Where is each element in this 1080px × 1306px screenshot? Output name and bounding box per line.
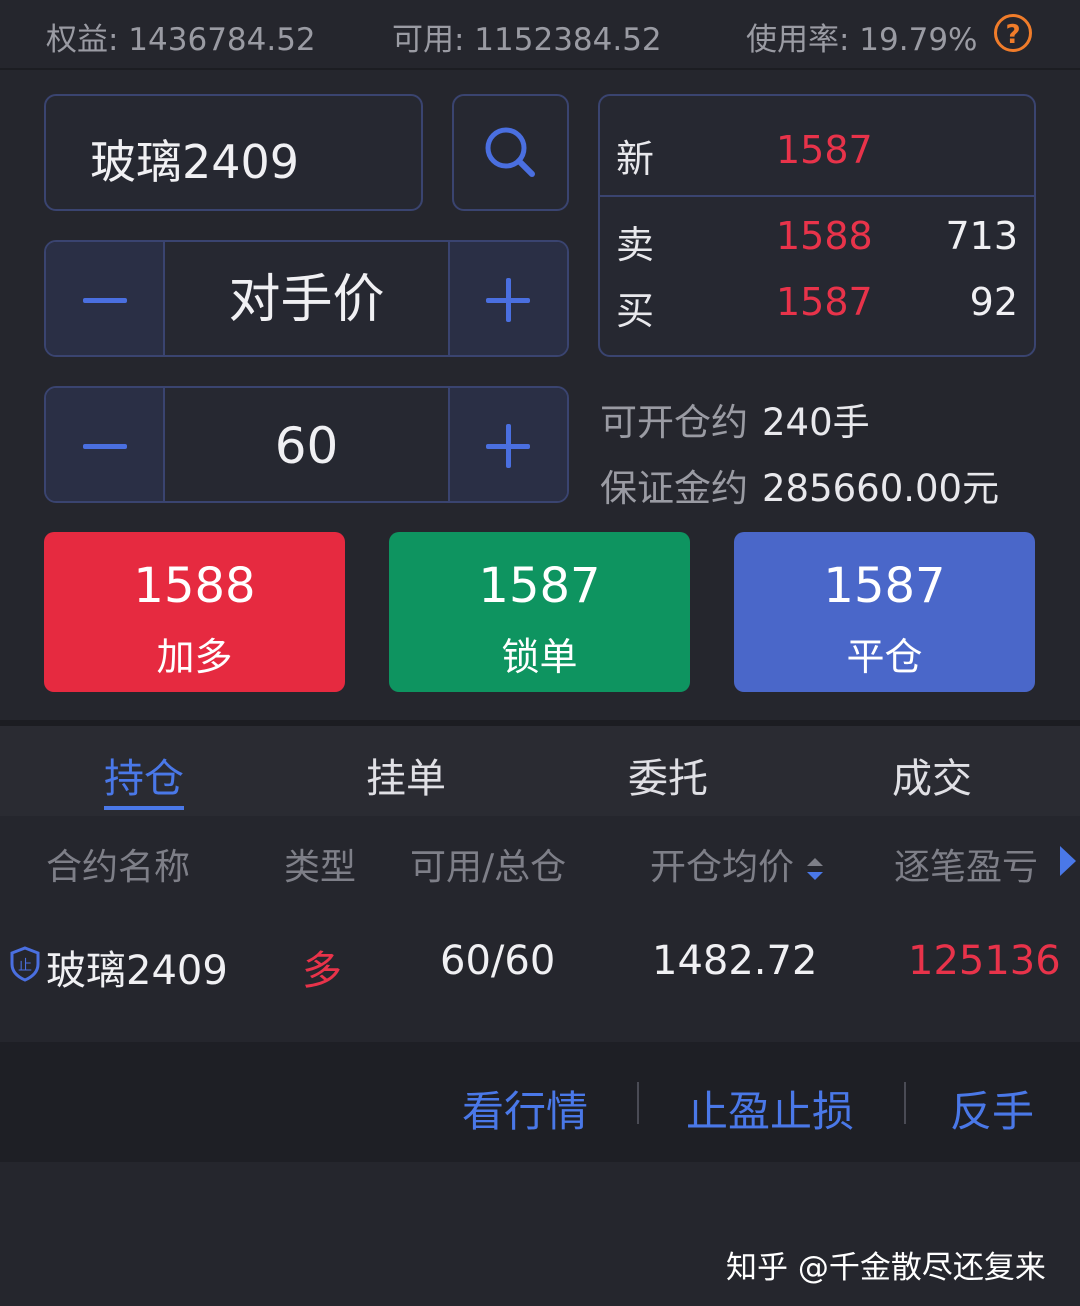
bid-label: 买 xyxy=(616,289,655,333)
last-price: 1587 xyxy=(776,128,873,172)
tab-bar: 持仓 挂单 委托 成交 xyxy=(0,726,1080,816)
openable-info: 可开仓约 240手 xyxy=(600,392,870,446)
ask-volume: 713 xyxy=(945,214,1018,258)
equity-text: 权益: 1436784.52 xyxy=(46,22,316,58)
header-pnl: 逐笔盈亏 xyxy=(894,847,1039,888)
quantity-decrease-button[interactable] xyxy=(46,388,165,501)
long-label: 加多 xyxy=(156,635,233,679)
add-long-button[interactable]: 1588 加多 xyxy=(44,532,345,692)
price-increase-button[interactable] xyxy=(448,242,567,355)
sort-icon xyxy=(807,858,824,880)
lock-price: 1587 xyxy=(478,558,601,614)
row-contract-name: 玻璃2409 xyxy=(46,948,228,994)
price-mode-text[interactable]: 对手价 xyxy=(163,242,450,355)
svg-text:止: 止 xyxy=(18,958,32,974)
watermark: 知乎 @千金散尽还复来 xyxy=(726,1250,1046,1286)
quote-panel: 新 1587 卖 1588 713 买 1587 92 xyxy=(598,94,1036,357)
quantity-value[interactable]: 60 xyxy=(163,388,450,501)
scroll-right-icon[interactable] xyxy=(1058,844,1078,878)
header-avg-price-label: 开仓均价 xyxy=(650,847,795,888)
account-bar: 权益: 1436784.52 可用: 1152384.52 使用率: 19.79… xyxy=(0,0,1080,70)
openable-value: 240手 xyxy=(762,401,870,444)
bid-price: 1587 xyxy=(776,280,873,324)
table-header: 合约名称 类型 可用/总仓 开仓均价 逐笔盈亏 xyxy=(0,816,1080,906)
quote-divider xyxy=(600,195,1034,197)
close-price: 1587 xyxy=(823,558,946,614)
search-button[interactable] xyxy=(452,94,569,211)
bid-volume: 92 xyxy=(969,280,1018,324)
row-actions-bar: 看行情 止盈止损 反手 xyxy=(0,1042,1080,1162)
margin-info: 保证金约 285660.00元 xyxy=(600,458,999,512)
tab-trades[interactable]: 成交 xyxy=(892,746,972,804)
footer-area: 知乎 @千金散尽还复来 xyxy=(0,1162,1080,1306)
close-position-button[interactable]: 1587 平仓 xyxy=(734,532,1035,692)
usage-rate-text: 使用率: 19.79% xyxy=(746,22,978,58)
tab-orders[interactable]: 委托 xyxy=(628,746,708,804)
quantity-increase-button[interactable] xyxy=(448,388,567,501)
stop-profit-loss-link[interactable]: 止盈止损 xyxy=(686,1078,854,1139)
header-avg-price[interactable]: 开仓均价 xyxy=(650,838,825,890)
row-qty: 60/60 xyxy=(440,938,556,984)
header-type: 类型 xyxy=(284,847,357,888)
lock-button[interactable]: 1587 锁单 xyxy=(389,532,690,692)
view-quote-link[interactable]: 看行情 xyxy=(462,1078,588,1139)
ask-label: 卖 xyxy=(616,223,655,267)
lock-label: 锁单 xyxy=(501,635,578,679)
margin-label: 保证金约 xyxy=(600,467,748,510)
tab-positions[interactable]: 持仓 xyxy=(104,746,184,810)
stop-shield-icon: 止 xyxy=(10,946,40,982)
action-separator xyxy=(904,1082,906,1124)
search-icon xyxy=(485,127,535,177)
price-stepper: 对手价 xyxy=(44,240,569,357)
quantity-stepper: 60 xyxy=(44,386,569,503)
last-label: 新 xyxy=(616,137,655,181)
symbol-text: 玻璃2409 xyxy=(90,135,300,189)
available-text: 可用: 1152384.52 xyxy=(392,22,662,58)
row-pnl: 125136 xyxy=(908,938,1061,984)
header-contract: 合约名称 xyxy=(46,847,191,888)
long-price: 1588 xyxy=(133,558,256,614)
header-qty: 可用/总仓 xyxy=(410,847,567,888)
symbol-input[interactable]: 玻璃2409 xyxy=(44,94,423,211)
close-label: 平仓 xyxy=(846,635,923,679)
help-icon[interactable]: ? xyxy=(994,14,1032,52)
price-decrease-button[interactable] xyxy=(46,242,165,355)
action-separator xyxy=(637,1082,639,1124)
reverse-link[interactable]: 反手 xyxy=(950,1078,1034,1139)
ask-price: 1588 xyxy=(776,214,873,258)
row-avg-price: 1482.72 xyxy=(652,938,818,984)
row-type: 多 xyxy=(302,948,342,994)
table-row[interactable]: 止 玻璃2409 多 60/60 1482.72 125136 xyxy=(0,906,1080,1042)
margin-value: 285660.00元 xyxy=(762,467,1000,510)
tab-pending[interactable]: 挂单 xyxy=(366,746,446,804)
openable-label: 可开仓约 xyxy=(600,401,748,444)
